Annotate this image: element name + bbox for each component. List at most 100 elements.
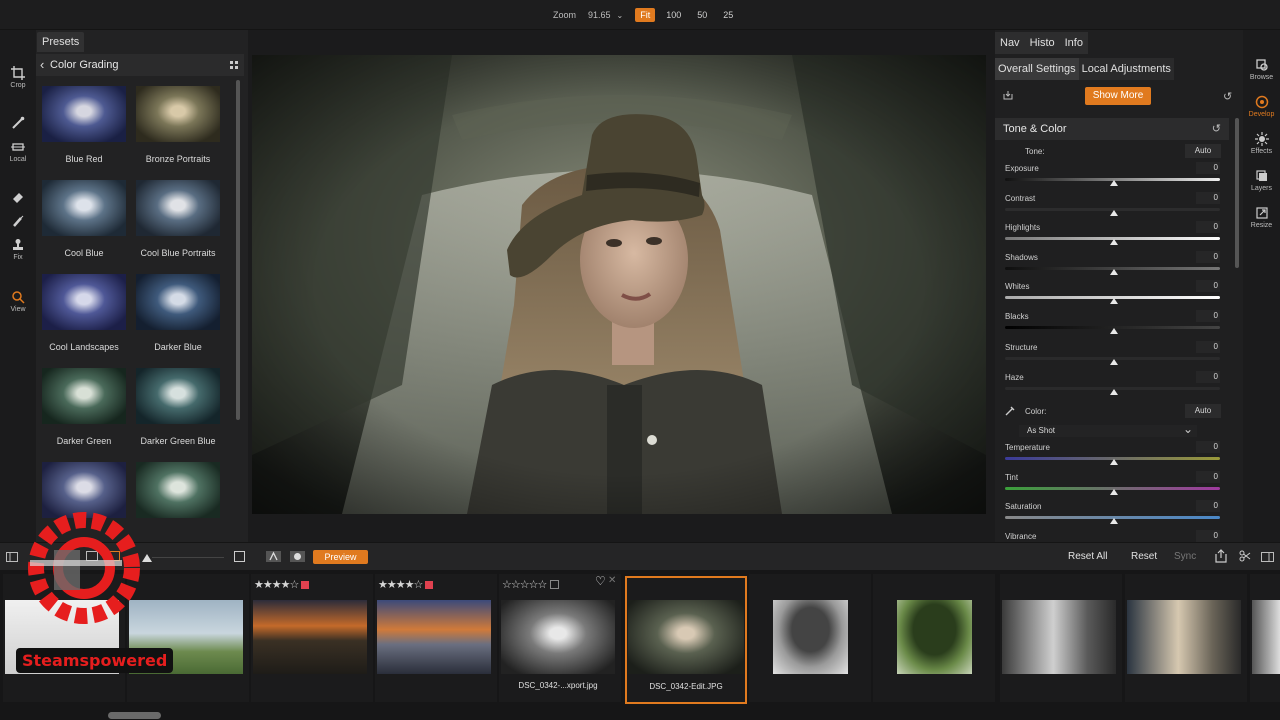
filmstrip-item-selected[interactable]: DSC_0342-Edit.JPG [625,576,747,704]
slider-handle[interactable] [1110,180,1118,186]
tone-color-section-header[interactable]: Tone & Color ↺ [995,118,1229,140]
filmstrip-item[interactable]: ☆☆☆☆☆ ♡ ✕ DSC_0342-...xport.jpg [499,574,621,702]
checkbox[interactable] [550,580,560,589]
tab-histo[interactable]: Histo [1025,32,1060,54]
chevron-left-icon[interactable]: ‹ [40,57,44,72]
star-rating[interactable]: ★★★★☆ [378,578,434,591]
preview-button[interactable]: Preview [313,550,368,564]
star-rating[interactable]: ☆☆☆☆☆ [502,578,560,591]
zoom-50-button[interactable]: 50 [692,8,712,22]
develop-module[interactable]: Develop [1243,95,1280,118]
slider-handle[interactable] [1110,210,1118,216]
slider-value[interactable]: 0 [1196,192,1220,204]
star-rating[interactable]: ★★★★☆ [254,578,310,591]
filmstrip-item[interactable] [1125,574,1247,702]
preset-tile[interactable]: Darker Green [38,364,130,456]
grid-view-icon[interactable] [230,61,238,69]
reset-button[interactable]: Reset [1131,551,1157,562]
slider-handle[interactable] [1110,239,1118,245]
preset-tile[interactable]: Cool Blue Portraits [132,176,224,268]
slider-handle[interactable] [1110,489,1118,495]
slider-value[interactable]: 0 [1196,371,1220,383]
slider-handle[interactable] [1110,328,1118,334]
share-icon[interactable] [1215,549,1227,563]
color-auto-button[interactable]: Auto [1185,404,1221,418]
haze-slider[interactable]: Haze 0 [1005,371,1220,401]
slider-handle[interactable] [1110,269,1118,275]
preset-tile[interactable]: Darker Green Blue [132,364,224,456]
chevron-down-icon[interactable]: ⌄ [617,11,624,20]
eraser-tool[interactable] [0,190,36,206]
exposure-slider[interactable]: Exposure 0 [1005,162,1220,192]
tab-info[interactable]: Info [1060,32,1088,54]
tab-overall-settings[interactable]: Overall Settings [995,58,1079,80]
slider-value[interactable]: 0 [1196,251,1220,263]
slider-value[interactable]: 0 [1196,441,1220,453]
blacks-slider[interactable]: Blacks 0 [1005,310,1220,340]
slider-value[interactable]: 0 [1196,162,1220,174]
preset-tile[interactable]: Cool Landscapes [38,270,130,362]
white-balance-select[interactable]: As Shot ⌄ [1019,422,1197,437]
effects-module[interactable]: Effects [1243,132,1280,155]
slider-handle[interactable] [1110,389,1118,395]
slider-handle[interactable] [1110,459,1118,465]
scissors-icon[interactable] [1239,550,1251,562]
highlights-slider[interactable]: Highlights 0 [1005,221,1220,251]
toggle-right-panel-icon[interactable] [1261,552,1274,562]
retouch-tool[interactable] [0,214,36,230]
slider-value[interactable]: 0 [1196,221,1220,233]
tint-slider[interactable]: Tint 0 [1005,471,1220,501]
sync-button[interactable]: Sync [1174,551,1196,562]
tab-local-adjustments[interactable]: Local Adjustments [1079,58,1174,80]
color-label-flag[interactable] [301,581,310,589]
slider-value[interactable]: 0 [1196,471,1220,483]
presets-category-header[interactable]: ‹ Color Grading [36,54,244,76]
filmstrip-item[interactable] [1250,574,1280,702]
layers-module[interactable]: Layers [1243,169,1280,192]
zoom-fit-button[interactable]: Fit [635,8,656,22]
slider-value[interactable]: 0 [1196,341,1220,353]
shadows-slider[interactable]: Shadows 0 [1005,251,1220,281]
show-more-button[interactable]: Show More [1085,87,1151,105]
slider-value[interactable]: 0 [1196,310,1220,322]
filmstrip-item[interactable]: ★★★★☆ [375,574,497,702]
preset-tile[interactable]: Cool Blue [38,176,130,268]
reset-icon[interactable]: ↺ [1223,90,1232,103]
eyedropper-icon[interactable] [1005,406,1015,416]
presets-tab[interactable]: Presets [37,32,85,52]
presets-scrollbar[interactable] [236,80,240,420]
large-thumb-icon[interactable] [234,551,245,562]
crop-tool[interactable]: Crop [0,66,36,89]
structure-slider[interactable]: Structure 0 [1005,341,1220,371]
temperature-slider[interactable]: Temperature 0 [1005,441,1220,471]
reset-all-button[interactable]: Reset All [1068,551,1107,562]
fix-tool[interactable]: Fix [0,238,36,261]
slider-handle[interactable] [1110,359,1118,365]
slider-value[interactable]: 0 [1196,500,1220,512]
save-preset-icon[interactable] [1003,90,1013,100]
slider-handle[interactable] [1110,518,1118,524]
tone-auto-button[interactable]: Auto [1185,144,1221,158]
tab-nav[interactable]: Nav [995,32,1025,54]
color-label-flag[interactable] [425,581,434,589]
zoom-value[interactable]: 91.65 [588,10,611,20]
preset-tile[interactable]: Bronze Portraits [132,82,224,174]
main-image[interactable] [252,55,986,514]
preset-tile[interactable]: Blue Red [38,82,130,174]
whites-slider[interactable]: Whites 0 [1005,280,1220,310]
filmstrip-item[interactable]: ★★★★☆ [251,574,373,702]
heart-icon[interactable]: ♡ [595,574,606,588]
slider-handle[interactable] [1110,298,1118,304]
reject-icon[interactable]: ✕ [608,575,616,586]
filmstrip-scrollbar[interactable] [108,712,161,719]
adjustments-scrollbar[interactable] [1235,118,1239,268]
local-tool[interactable]: Local [0,140,36,163]
zoom-25-button[interactable]: 25 [718,8,738,22]
browse-module[interactable]: Browse [1243,58,1280,81]
preset-tile[interactable]: Darker Blue [132,270,224,362]
filmstrip-item[interactable] [1000,574,1122,702]
saturation-slider[interactable]: Saturation 0 [1005,500,1220,530]
filmstrip-item[interactable] [749,574,871,702]
filmstrip-item[interactable] [873,574,995,702]
before-after-icon[interactable] [266,551,281,562]
